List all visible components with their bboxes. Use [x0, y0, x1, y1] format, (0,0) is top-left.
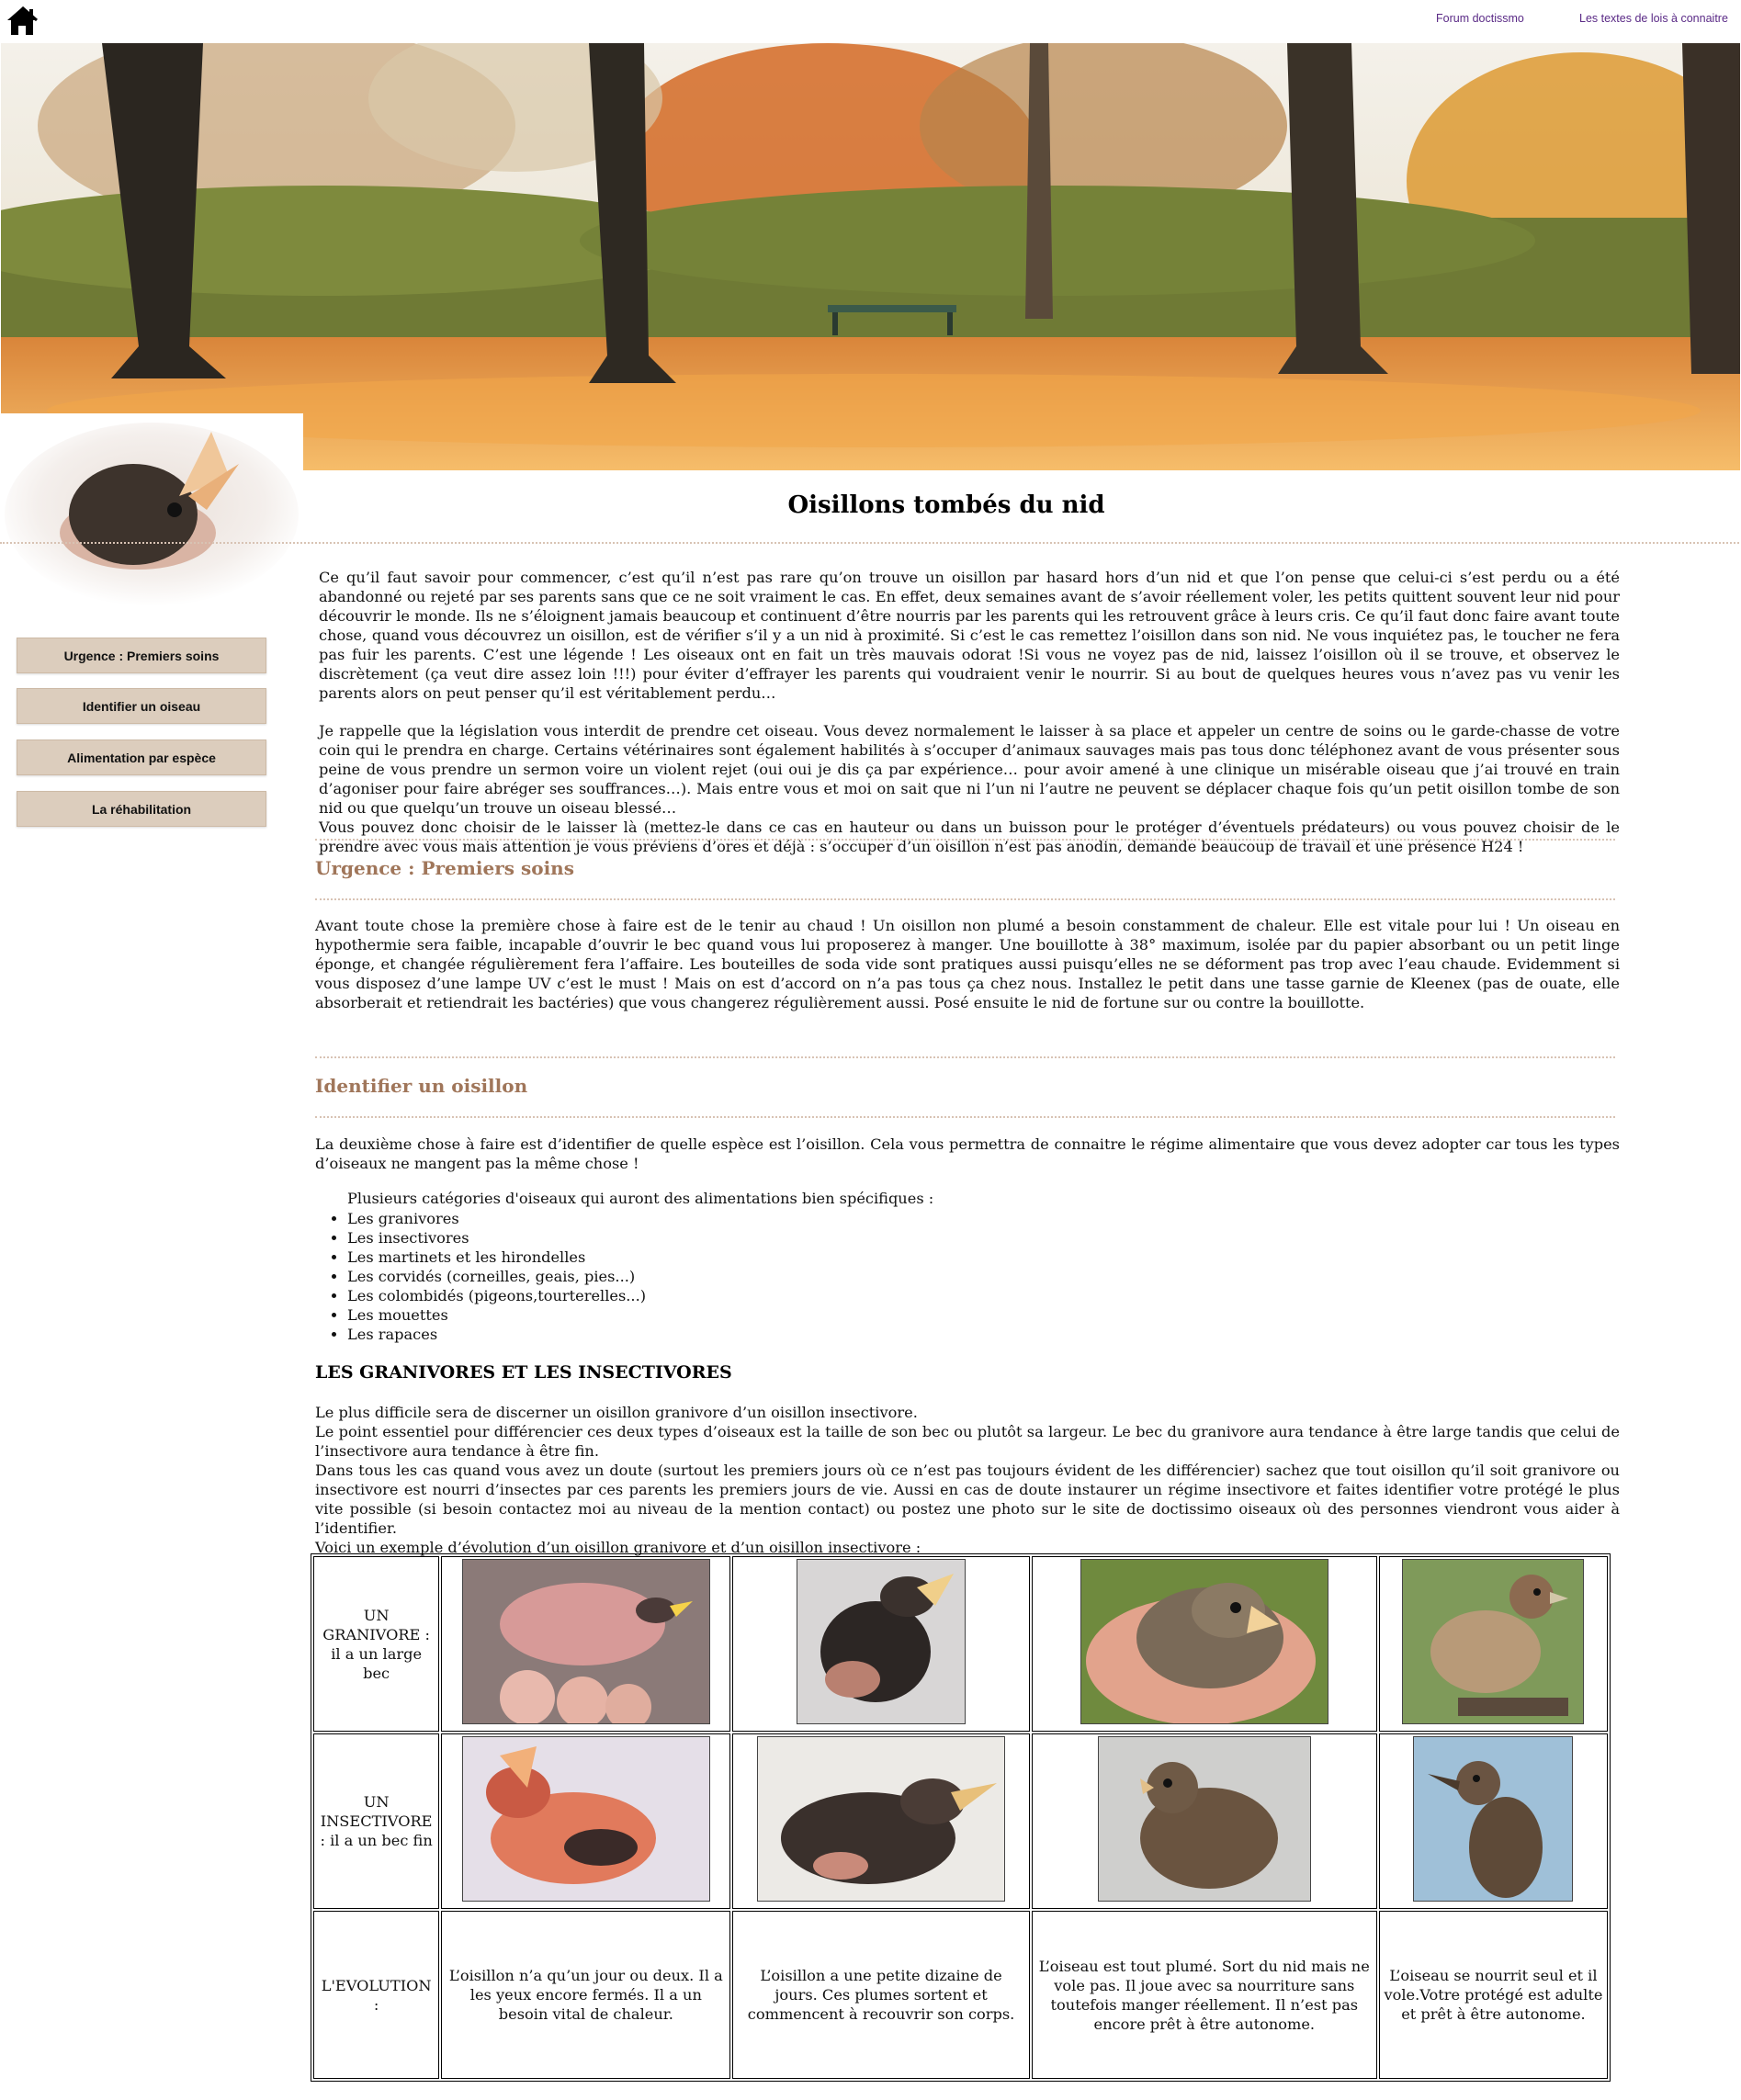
table-row: UN INSECTIVORE : il a un bec fin: [313, 1733, 1608, 1909]
divider: [315, 1056, 1615, 1058]
insectivore-day1-photo: [461, 1736, 710, 1902]
section-title-urgence: Urgence : Premiers soins: [315, 857, 574, 879]
list-item: Les insectivores: [347, 1228, 646, 1248]
granivores-line-1: Le plus difficile sera de discerner un o…: [315, 1404, 918, 1421]
row-label-granivore: UN GRANIVORE : il a un large bec: [313, 1556, 440, 1732]
row-label-evolution: L'EVOLUTION :: [313, 1911, 440, 2079]
nav-alimentation-par-espece[interactable]: Alimentation par espèce: [17, 740, 266, 775]
home-icon[interactable]: [6, 5, 39, 38]
divider: [315, 839, 1615, 841]
insectivore-day10-photo: [757, 1736, 1006, 1902]
list-item: Les rapaces: [347, 1325, 646, 1344]
insectivore-adult-photo: [1413, 1736, 1574, 1902]
photo-cell: [1378, 1556, 1608, 1732]
granivores-text: Le plus difficile sera de discerner un o…: [315, 1403, 1620, 1557]
photo-cell: [441, 1556, 731, 1732]
evolution-cell-3: L’oiseau est tout plumé. Sort du nid mai…: [1031, 1911, 1377, 2079]
section-title-identifier: Identifier un oisillon: [315, 1075, 528, 1097]
photo-cell: [1031, 1556, 1377, 1732]
evolution-table: UN GRANIVORE : il a un large bec UN INSE…: [311, 1553, 1611, 2082]
list-item: Les martinets et les hirondelles: [347, 1248, 646, 1267]
top-bar: Forum doctissmo Les textes de lois à con…: [0, 0, 1741, 42]
intro-paragraph-1: Ce qu’il faut savoir pour commencer, c’e…: [319, 569, 1620, 702]
intro-paragraph-3: Vous pouvez donc choisir de le laisser l…: [319, 819, 1620, 855]
urgence-text: Avant toute chose la première chose à fa…: [315, 916, 1620, 1012]
list-item: Les mouettes: [347, 1305, 646, 1325]
granivore-day1-photo: [461, 1559, 710, 1724]
urgence-paragraph: Avant toute chose la première chose à fa…: [315, 917, 1620, 1011]
identifier-text: La deuxième chose à faire est d’identifi…: [315, 1135, 1620, 1173]
granivores-title: LES GRANIVORES ET LES INSECTIVORES: [315, 1362, 732, 1383]
bird-categories-list: Les granivores Les insectivores Les mart…: [329, 1209, 646, 1344]
page-title: Oisillons tombés du nid: [787, 491, 1105, 519]
divider: [315, 1116, 1615, 1118]
textes-de-lois-link[interactable]: Les textes de lois à connaitre: [1579, 12, 1728, 25]
nav-la-rehabilitation[interactable]: La réhabilitation: [17, 791, 266, 827]
insectivore-fledgling-photo: [1097, 1736, 1311, 1902]
granivores-line-2: Le point essentiel pour différencier ces…: [315, 1423, 1620, 1460]
nav-identifier-un-oiseau[interactable]: Identifier un oiseau: [17, 688, 266, 724]
granivore-fledgling-photo: [1080, 1559, 1328, 1724]
categories-intro: Plusieurs catégories d'oiseaux qui auron…: [347, 1190, 934, 1207]
table-row: UN GRANIVORE : il a un large bec: [313, 1556, 1608, 1732]
forum-doctissimo-link[interactable]: Forum doctissmo: [1436, 12, 1524, 25]
granivore-day10-photo: [797, 1559, 967, 1724]
intro-text: Ce qu’il faut savoir pour commencer, c’e…: [319, 568, 1620, 856]
evolution-cell-4: L’oiseau se nourrit seul et il vole.Votr…: [1378, 1911, 1608, 2079]
evolution-cell-1: L’oisillon n’a qu’un jour ou deux. Il a …: [441, 1911, 731, 2079]
header-banner-autumn-park: [1, 43, 1740, 470]
chick-portrait-image: [0, 413, 303, 606]
divider: [0, 542, 1739, 544]
nav-urgence-premiers-soins[interactable]: Urgence : Premiers soins: [17, 638, 266, 673]
photo-cell: [1378, 1733, 1608, 1909]
identifier-paragraph: La deuxième chose à faire est d’identifi…: [315, 1135, 1620, 1172]
granivores-line-3: Dans tous les cas quand vous avez un dou…: [315, 1462, 1620, 1537]
photo-cell: [1031, 1733, 1377, 1909]
photo-cell: [732, 1556, 1030, 1732]
list-item: Les colombidés (pigeons,tourterelles...): [347, 1286, 646, 1305]
intro-paragraph-2: Je rappelle que la législation vous inte…: [319, 722, 1620, 817]
divider: [315, 898, 1615, 900]
list-item: Les granivores: [347, 1209, 646, 1228]
photo-cell: [441, 1733, 731, 1909]
row-label-insectivore: UN INSECTIVORE : il a un bec fin: [313, 1733, 440, 1909]
table-row: L'EVOLUTION : L’oisillon n’a qu’un jour …: [313, 1911, 1608, 2079]
photo-cell: [732, 1733, 1030, 1909]
list-item: Les corvidés (corneilles, geais, pies...…: [347, 1267, 646, 1286]
evolution-cell-2: L’oisillon a une petite dizaine de jours…: [732, 1911, 1030, 2079]
granivore-adult-photo: [1402, 1559, 1585, 1724]
